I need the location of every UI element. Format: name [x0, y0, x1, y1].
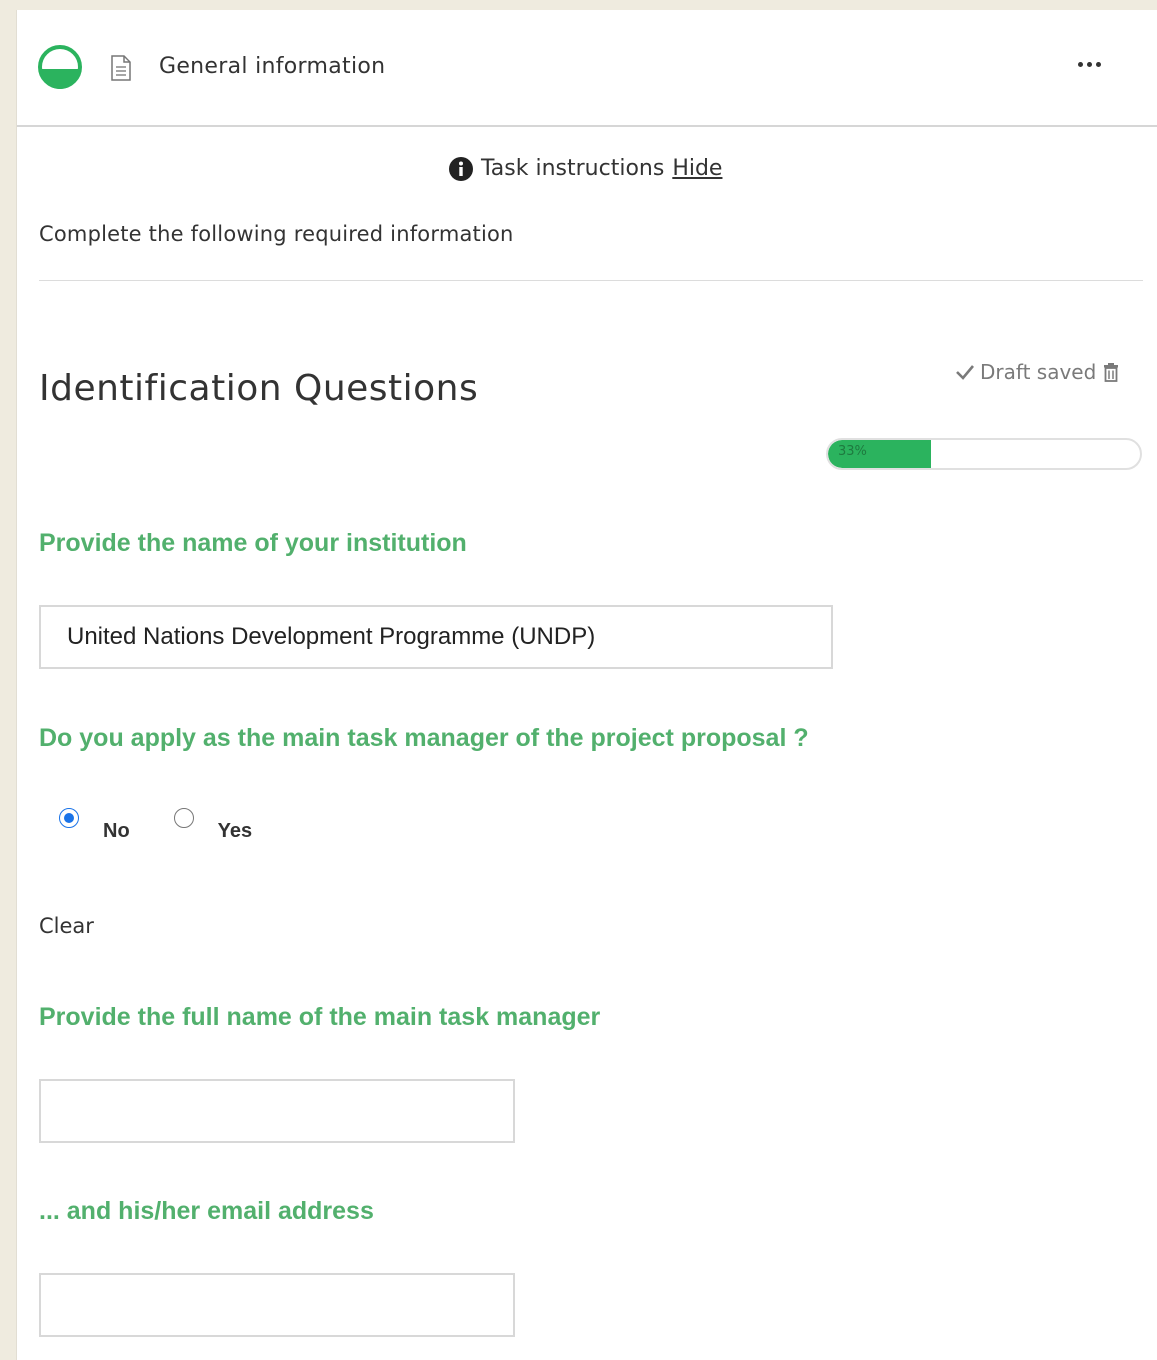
progress-bar: 33% — [826, 438, 1142, 470]
manager-email-input[interactable] — [39, 1273, 515, 1337]
info-icon — [449, 156, 473, 181]
trash-icon[interactable] — [1101, 362, 1121, 382]
task-panel: General information Task instructions Hi… — [16, 10, 1157, 1360]
clear-selection-link[interactable]: Clear — [39, 914, 94, 938]
instructions-text: Complete the following required informat… — [39, 222, 514, 246]
radio-yes-label[interactable]: Yes — [218, 820, 252, 843]
radio-no-label[interactable]: No — [103, 820, 130, 843]
draft-status-text: Draft saved — [980, 360, 1097, 384]
draft-status: Draft saved — [955, 360, 1121, 384]
section-header-title: General information — [159, 54, 386, 79]
top-strip — [0, 0, 1157, 10]
more-options-button[interactable] — [1069, 50, 1109, 78]
divider — [39, 280, 1143, 281]
task-instructions: Task instructions Hide — [449, 156, 722, 181]
document-icon — [111, 55, 131, 81]
check-icon — [956, 365, 974, 380]
task-instructions-label: Task instructions — [481, 156, 665, 181]
half-circle-progress-icon — [38, 45, 82, 89]
manager-email-question: ... and his/her email address — [39, 1197, 374, 1225]
more-dot — [1086, 61, 1092, 67]
progress-label: 33% — [838, 444, 867, 459]
section-title: Identification Questions — [39, 368, 479, 409]
radio-no[interactable] — [59, 808, 79, 828]
more-dots-icon — [1077, 61, 1083, 67]
manager-name-input[interactable] — [39, 1079, 515, 1143]
radio-yes[interactable] — [173, 808, 194, 828]
more-dot — [1095, 61, 1101, 67]
panel-header: General information — [17, 10, 1157, 127]
main-manager-question: Do you apply as the main task manager of… — [39, 724, 809, 752]
manager-name-question: Provide the full name of the main task m… — [39, 1003, 601, 1031]
hide-instructions-link[interactable]: Hide — [672, 156, 722, 181]
institution-question: Provide the name of your institution — [39, 529, 467, 557]
institution-input[interactable] — [39, 605, 833, 669]
main-manager-options: No Yes — [59, 808, 252, 843]
